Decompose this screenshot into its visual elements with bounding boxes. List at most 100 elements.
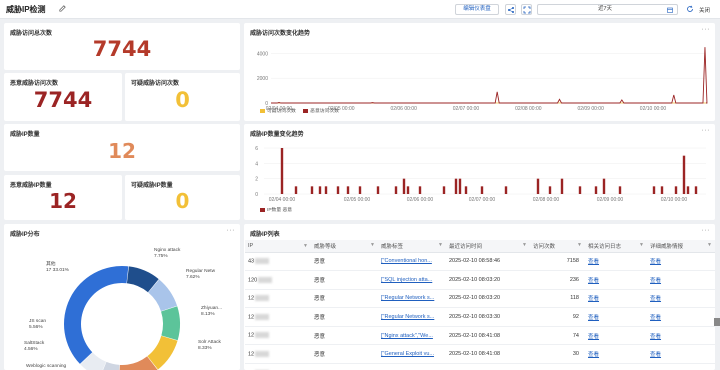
table-row[interactable]: 12 恶意 ["General Exploit vu... 2025-02-10 08…	[245, 344, 715, 365]
cell-tag[interactable]: ["Conventional hon...	[378, 252, 446, 272]
time-range-value: 近7天	[598, 6, 613, 12]
col-ip[interactable]: IP ▼	[245, 240, 311, 253]
cell-log[interactable]: 查看	[585, 289, 647, 309]
cell-tag[interactable]: ["SQL injection atta...	[378, 363, 446, 370]
more-menu-icon[interactable]: ···	[702, 127, 711, 134]
table-row[interactable]: 12 恶意 ["Regular Network s... 2025-02-10 08:…	[245, 289, 715, 309]
cell-log[interactable]: 查看	[585, 363, 647, 370]
cell-time: 2025-02-10 08:03:30	[446, 307, 530, 327]
filter-icon: ▼	[370, 241, 375, 248]
cell-intel[interactable]: 查看	[647, 307, 715, 327]
malicious-visits-card: 恶意威胁访问次数 7744	[4, 73, 122, 121]
cell-tag[interactable]: ["Regular Network s...	[378, 289, 446, 309]
malicious-ip-label: 恶意威胁IP数量	[10, 183, 52, 189]
table-header-row: IP ▼ 威胁等级 ▼ 威胁标签 ▼ 最近访问时间 ▼ 访问次数 ▼ 相关访问日志 ▼ 详细…	[245, 240, 715, 253]
x-tick-label: 02/10 00:00	[640, 106, 667, 112]
cell-intel[interactable]: 查看	[647, 326, 715, 346]
filter-icon: ▼	[438, 241, 443, 248]
bar	[674, 186, 678, 194]
bar	[310, 186, 314, 194]
series-malicious-line	[271, 47, 708, 104]
auto-refresh-toggle[interactable]: 关闭	[699, 6, 710, 14]
cell-intel[interactable]: 查看	[647, 252, 715, 272]
more-menu-icon[interactable]: ···	[702, 227, 711, 234]
bar	[324, 186, 328, 194]
bar	[442, 186, 446, 194]
y-tick-label: 2000	[257, 76, 268, 82]
cell-tag[interactable]: ["Nginx attack","We...	[378, 326, 446, 346]
cell-level: 恶意	[311, 289, 378, 309]
bar	[394, 186, 398, 194]
ipcount-trend-panel: 威胁IP数量变化趋势 ··· 6 4 2 0 02/04 00:00 02/05 00:0…	[244, 124, 715, 220]
more-menu-icon[interactable]: ···	[702, 26, 711, 33]
x-tick-label: 02/08 00:00	[533, 197, 560, 203]
col-time[interactable]: 最近访问时间 ▼	[446, 240, 530, 253]
cell-tag[interactable]: ["General Exploit vu...	[378, 344, 446, 365]
pie-label-saltstack: SaltStack 4.56%	[24, 341, 45, 352]
pie-label-regular: Regular Netw 7.62%	[186, 269, 216, 280]
bar	[280, 148, 284, 194]
fullscreen-button[interactable]	[521, 4, 532, 15]
visits-trend-panel: 威胁访问次数变化趋势 ··· 4000 2000 0 02/04 00:00 02/05…	[244, 23, 715, 121]
bar	[454, 178, 458, 194]
bar	[376, 186, 380, 194]
col-intel[interactable]: 详细威胁情报 ▼	[647, 240, 715, 253]
y-tick-label: 2	[255, 177, 258, 183]
cell-ip: 12	[245, 326, 311, 346]
bar	[336, 186, 340, 194]
ipcount-legend: IP数量 恶意	[260, 206, 292, 213]
suspicious-visits-label: 可疑威胁访问次数	[131, 81, 180, 87]
cell-log[interactable]: 查看	[585, 344, 647, 365]
redacted-ip	[255, 258, 270, 265]
cell-log[interactable]: 查看	[585, 326, 647, 346]
redacted-ip	[255, 351, 270, 358]
bar	[686, 186, 690, 194]
x-tick-label: 02/10 00:00	[661, 197, 688, 203]
cell-log[interactable]: 查看	[585, 270, 647, 290]
table-row[interactable]: 12 恶意 ["Regular Network s... 2025-02-10 08:…	[245, 307, 715, 327]
cell-log[interactable]: 查看	[585, 307, 647, 327]
edit-dashboard-button[interactable]: 编辑仪表盘	[455, 4, 499, 15]
pie-slice	[161, 306, 180, 341]
cell-intel[interactable]: 查看	[647, 270, 715, 290]
refresh-button[interactable]	[685, 4, 696, 15]
cell-intel[interactable]: 查看	[647, 363, 715, 370]
table-row[interactable]: 12 恶意 ["Nginx attack","We... 2025-02-10 08:…	[245, 326, 715, 346]
cell-ip: 120	[245, 270, 311, 290]
bar	[560, 178, 564, 194]
cell-ip: 43	[245, 252, 311, 272]
bar	[536, 178, 540, 194]
table-row[interactable]: 120 恶意 ["SQL injection atta... 2025-02-10 0…	[245, 270, 715, 290]
x-tick-label: 02/07 00:00	[453, 106, 480, 112]
suspicious-visits-value: 0	[175, 88, 190, 112]
col-log[interactable]: 相关访问日志 ▼	[585, 240, 647, 253]
cell-tag[interactable]: ["Regular Network s...	[378, 307, 446, 327]
pie-label-other: 其他 17 33.01%	[46, 262, 69, 273]
y-tick-label: 4	[255, 161, 258, 167]
cell-intel[interactable]: 查看	[647, 289, 715, 309]
col-level[interactable]: 威胁等级 ▼	[311, 240, 378, 253]
table-row[interactable]: 43 恶意 ["Conventional hon... 2025-02-10 08:5…	[245, 252, 715, 272]
scrollbar-thumb[interactable]	[714, 318, 720, 326]
bar	[294, 186, 298, 194]
share-icon	[508, 7, 514, 13]
redacted-ip	[255, 295, 270, 302]
cell-intel[interactable]: 查看	[647, 344, 715, 365]
edit-icon[interactable]	[58, 4, 67, 13]
cell-count: 7158	[530, 252, 585, 272]
time-range-select[interactable]: 近7天	[537, 4, 678, 15]
bar	[594, 186, 598, 194]
x-tick-label: 02/09 00:00	[597, 197, 624, 203]
bar	[480, 186, 484, 194]
cell-log[interactable]: 查看	[585, 252, 647, 272]
cell-tag[interactable]: ["SQL injection atta...	[378, 270, 446, 290]
redacted-ip	[258, 276, 273, 283]
share-button[interactable]	[505, 4, 516, 15]
cell-level: 恶意	[311, 363, 378, 370]
threat-ip-count-label: 威胁IP数量	[10, 132, 40, 138]
col-count[interactable]: 访问次数 ▼	[530, 240, 585, 253]
filter-icon: ▼	[303, 242, 308, 249]
malicious-ip-card: 恶意威胁IP数量 12	[4, 175, 122, 220]
col-tag[interactable]: 威胁标签 ▼	[378, 240, 446, 253]
table-row[interactable]: 11恶意["SQL injection atta...2025-02-09 18…	[245, 363, 715, 370]
